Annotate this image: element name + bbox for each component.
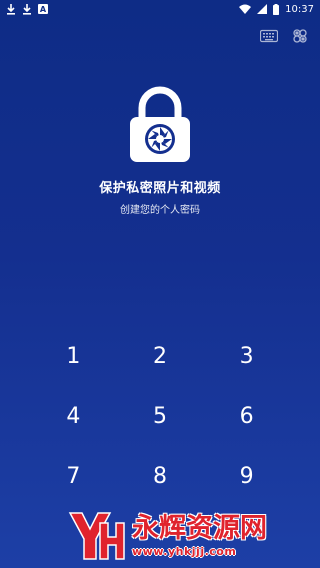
download-icon: [22, 3, 32, 15]
top-actions: [259, 28, 310, 43]
key-3[interactable]: 3: [203, 336, 290, 376]
pin-keypad: 1 2 3 4 5 6 7 8 9: [30, 336, 290, 496]
page-title: 保护私密照片和视频: [99, 181, 221, 196]
signal-icon: [257, 4, 268, 14]
watermark-logo-icon: [66, 509, 126, 563]
watermark-text: 永辉资源网 www.yhkjjj.com: [132, 515, 267, 558]
battery-icon: [273, 3, 280, 15]
key-7[interactable]: 7: [30, 456, 117, 496]
key-4[interactable]: 4: [30, 396, 117, 436]
keyboard-icon[interactable]: [259, 28, 279, 43]
page-subtitle: 创建您的个人密码: [120, 205, 200, 216]
watermark-url: www.yhkjjj.com: [132, 544, 237, 558]
key-5[interactable]: 5: [117, 396, 204, 436]
status-bar-left: A: [6, 3, 48, 15]
wifi-icon: [239, 4, 252, 14]
watermark-brand: 永辉资源网: [132, 512, 267, 544]
watermark: 永辉资源网 www.yhkjjj.com: [66, 506, 316, 566]
status-time: 10:37: [285, 3, 314, 15]
status-bar: A 10:37: [0, 0, 320, 18]
key-9[interactable]: 9: [203, 456, 290, 496]
download-icon: [6, 3, 16, 15]
gear-cluster-icon[interactable]: [292, 28, 310, 43]
camera-lock-icon: [128, 84, 192, 164]
status-bar-right: 10:37: [239, 3, 314, 15]
a-letter-text: A: [40, 5, 47, 14]
key-6[interactable]: 6: [203, 396, 290, 436]
key-2[interactable]: 2: [117, 336, 204, 376]
a-letter-icon: A: [38, 4, 48, 14]
key-8[interactable]: 8: [117, 456, 204, 496]
key-1[interactable]: 1: [30, 336, 117, 376]
